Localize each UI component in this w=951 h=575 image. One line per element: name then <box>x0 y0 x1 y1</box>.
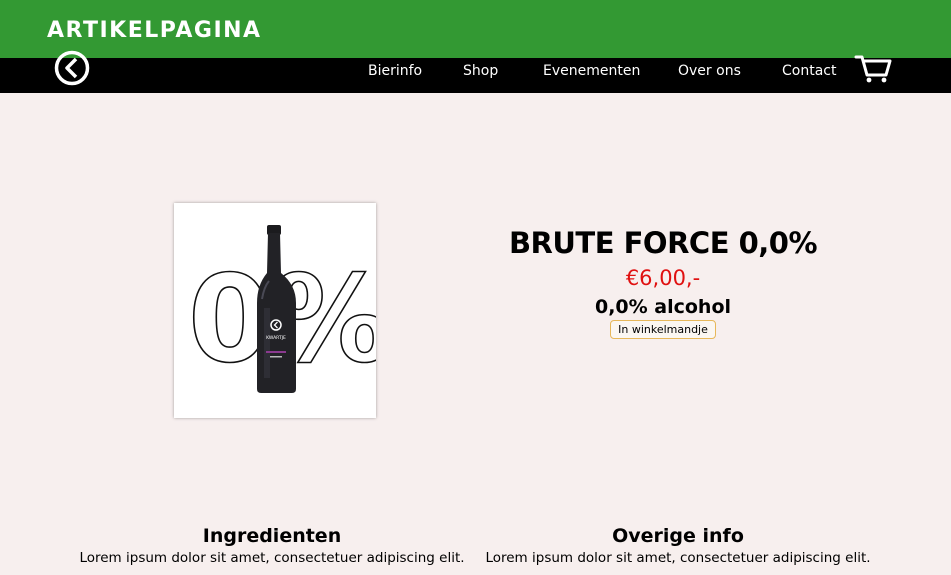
product-price: €6,00,- <box>625 266 701 290</box>
section-title: Overige info <box>612 525 744 547</box>
product-image: 0% KWARTJE <box>174 203 376 418</box>
nav-item-evenementen[interactable]: Evenementen <box>543 61 640 81</box>
page-banner: ARTIKELPAGINA <box>0 0 951 58</box>
banner-title: ARTIKELPAGINA <box>47 18 262 43</box>
section-text: Lorem ipsum dolor sit amet, consectetuer… <box>79 550 465 566</box>
product-name: BRUTE FORCE 0,0% <box>508 226 818 260</box>
product-alcohol: 0,0% alcohol <box>594 296 732 318</box>
nav-item-shop[interactable]: Shop <box>463 61 498 81</box>
product-info: BRUTE FORCE 0,0% €6,00,- 0,0% alcohol In… <box>500 226 826 339</box>
navbar: Bierinfo Shop Evenementen Over ons Conta… <box>0 50 951 93</box>
section-text: Lorem ipsum dolor sit amet, consectetuer… <box>485 550 871 566</box>
logo-icon[interactable] <box>54 50 90 86</box>
cart-icon[interactable] <box>854 52 892 84</box>
ingredients-section: Ingredienten Lorem ipsum dolor sit amet,… <box>62 525 482 566</box>
nav-item-contact[interactable]: Contact <box>782 61 836 81</box>
other-info-section: Overige info Lorem ipsum dolor sit amet,… <box>468 525 888 566</box>
nav-item-over-ons[interactable]: Over ons <box>678 61 741 81</box>
svg-text:KWARTJE: KWARTJE <box>266 335 286 341</box>
section-title: Ingredienten <box>202 525 342 547</box>
nav-item-bierinfo[interactable]: Bierinfo <box>368 61 422 81</box>
add-to-cart-button[interactable]: In winkelmandje <box>610 320 716 339</box>
